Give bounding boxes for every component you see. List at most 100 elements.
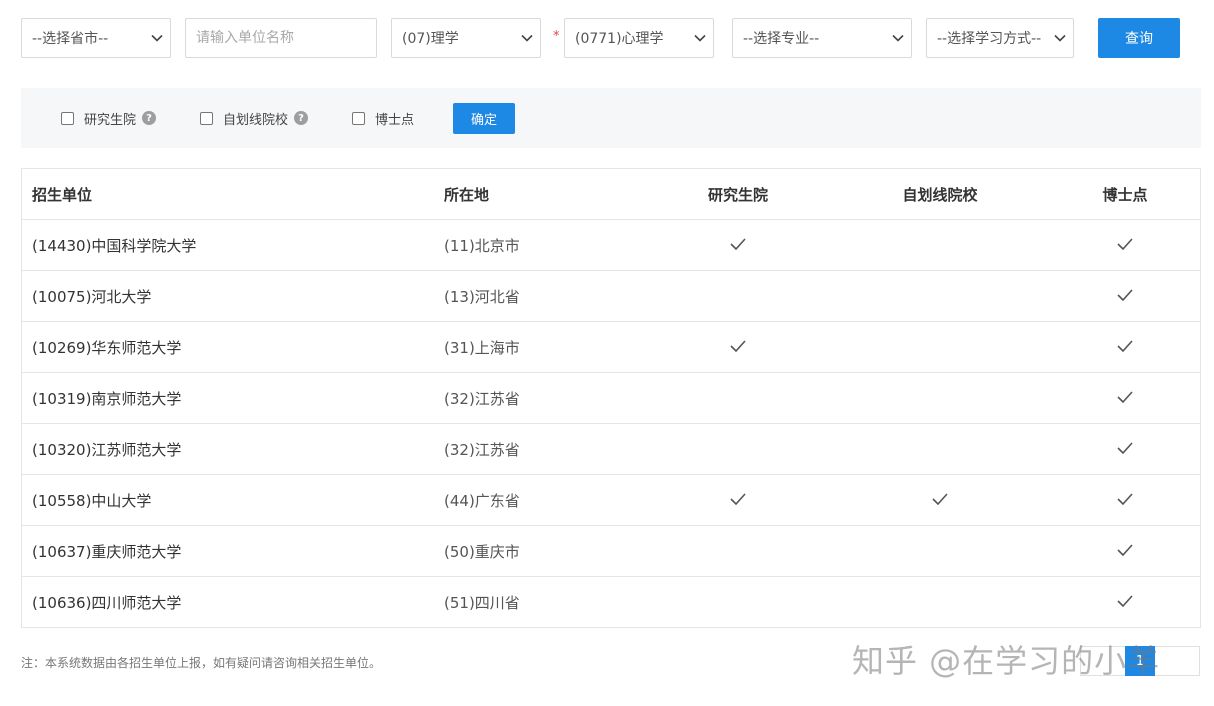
phd-point-cell [1065,577,1185,627]
graduate-school-cell [678,424,798,474]
phd-point-cell [1065,322,1185,372]
self-line-cell [880,475,1000,525]
query-button[interactable]: 查询 [1098,18,1180,58]
chevron-down-icon [514,18,540,58]
province-select[interactable]: --选择省市-- [21,18,171,58]
self-line-cell [880,322,1000,372]
phd-point-cell [1065,475,1185,525]
unit-name-input-wrap[interactable] [185,18,377,58]
table-row: (10637)重庆师范大学 (50)重庆市 [22,525,1200,576]
phd-point-label: 博士点 [375,112,415,128]
phd-point-option[interactable]: 博士点 [352,88,414,148]
graduate-school-cell [678,373,798,423]
graduate-school-option[interactable]: 研究生院 ? [61,88,157,148]
check-icon [1117,236,1133,254]
unit-location: (13)河北省 [444,287,520,306]
unit-location: (32)江苏省 [444,389,520,408]
unit-name: (10558)中山大学 [32,491,152,510]
chevron-down-icon [687,18,713,58]
phd-point-cell [1065,220,1185,270]
watermark: 知乎 @在学习的小羊 [852,642,1161,680]
unit-name: (10320)江苏师范大学 [32,440,182,459]
chevron-down-icon [885,18,911,58]
check-icon [1117,389,1133,407]
check-icon [730,236,746,254]
discipline-select-value: (07)理学 [402,31,459,47]
unit-name-input[interactable] [196,19,376,57]
graduate-school-cell [678,271,798,321]
help-circle-icon[interactable]: ? [142,111,157,125]
self-line-option[interactable]: 自划线院校 ? [200,88,309,148]
help-circle-icon[interactable]: ? [294,111,309,125]
graduate-school-cell [678,220,798,270]
table-body: (14430)中国科学院大学 (11)北京市 (10075)河北大学 (13)河北省(… [22,219,1200,627]
check-icon [730,491,746,509]
unit-name: (10269)华东师范大学 [32,338,182,357]
table-row: (10636)四川师范大学 (51)四川省 [22,576,1200,627]
check-icon [1117,338,1133,356]
self-line-label: 自划线院校 [223,112,289,128]
self-line-cell [880,526,1000,576]
unit-location: (44)广东省 [444,491,520,510]
unit-location: (50)重庆市 [444,542,520,561]
required-mark: * [553,29,560,44]
phd-point-cell [1065,271,1185,321]
unit-name: (10636)四川师范大学 [32,593,182,612]
self-line-cell [880,271,1000,321]
unit-location: (11)北京市 [444,236,520,255]
unit-name: (10075)河北大学 [32,287,152,306]
major-select[interactable]: --选择专业-- [732,18,912,58]
major-select-value: --选择专业-- [743,31,820,47]
header-phd-point: 博士点 [1102,185,1148,204]
header-location: 所在地 [444,185,490,204]
self-line-checkbox[interactable] [200,111,213,125]
study-mode-select-value: --选择学习方式-- [937,31,1042,47]
results-table: 招生单位 所在地 研究生院 自划线院校 博士点 (14430)中国科学院大学 (1… [21,168,1201,628]
check-icon [1117,593,1133,611]
check-icon [730,338,746,356]
phd-point-checkbox[interactable] [352,111,365,125]
graduate-school-cell [678,322,798,372]
chevron-down-icon [144,18,170,58]
header-self-line: 自划线院校 [902,185,978,204]
graduate-school-cell [678,475,798,525]
graduate-school-cell [678,577,798,627]
province-select-value: --选择省市-- [32,31,109,47]
self-line-cell [880,373,1000,423]
graduate-school-label: 研究生院 [84,112,137,128]
phd-point-cell [1065,424,1185,474]
table-row: (14430)中国科学院大学 (11)北京市 [22,219,1200,270]
header-graduate-school: 研究生院 [707,185,768,204]
table-row: (10269)华东师范大学 (31)上海市 [22,321,1200,372]
confirm-button[interactable]: 确定 [453,103,515,134]
unit-name: (10637)重庆师范大学 [32,542,182,561]
footer-note: 注：本系统数据由各招生单位上报，如有疑问请咨询相关招生单位。 [21,656,382,670]
header-unit: 招生单位 [32,185,93,204]
table-row: (10320)江苏师范大学 (32)江苏省 [22,423,1200,474]
table-row: (10075)河北大学 (13)河北省 [22,270,1200,321]
discipline-select[interactable]: (07)理学 [391,18,541,58]
check-icon [1117,440,1133,458]
study-mode-select[interactable]: --选择学习方式-- [926,18,1074,58]
check-icon [1117,287,1133,305]
self-line-cell [880,220,1000,270]
phd-point-cell [1065,373,1185,423]
graduate-school-checkbox[interactable] [61,111,74,125]
unit-name: (10319)南京师范大学 [32,389,182,408]
options-bar: 研究生院 ? 自划线院校 ? 博士点 确定 [21,88,1201,148]
unit-location: (32)江苏省 [444,440,520,459]
chevron-down-icon [1047,18,1073,58]
unit-location: (31)上海市 [444,338,520,357]
page: --选择省市-- (07)理学 * (0771)心理学 --选择专业-- [0,0,1214,706]
self-line-cell [880,577,1000,627]
table-row: (10319)南京师范大学 (32)江苏省 [22,372,1200,423]
graduate-school-cell [678,526,798,576]
phd-point-cell [1065,526,1185,576]
filter-bar: --选择省市-- (07)理学 * (0771)心理学 --选择专业-- [0,0,1214,80]
table-header-row: 招生单位 所在地 研究生院 自划线院校 博士点 [22,169,1200,219]
subject-select[interactable]: (0771)心理学 [564,18,714,58]
check-icon [932,491,948,509]
unit-location: (51)四川省 [444,593,520,612]
self-line-cell [880,424,1000,474]
table-row: (10558)中山大学 (44)广东省 [22,474,1200,525]
